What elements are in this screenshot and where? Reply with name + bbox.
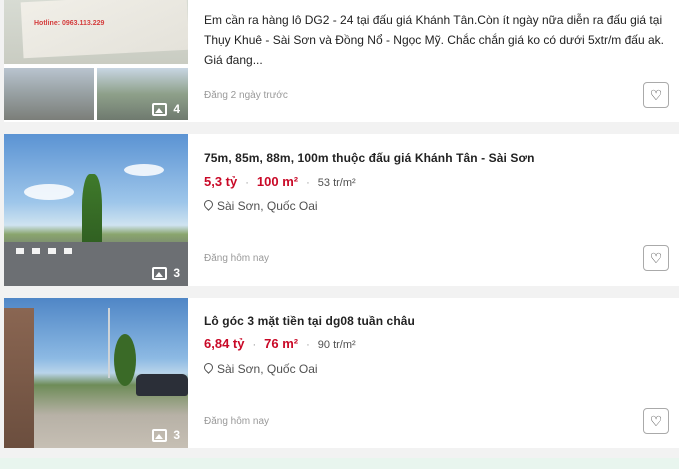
heart-outline-icon: ♡ (649, 87, 663, 103)
listing-location: Sài Sơn, Quốc Oai (204, 199, 318, 213)
save-listing-button[interactable]: ♡ (643, 82, 669, 108)
listing-photo-document: Hotline: 0963.113.229 (4, 0, 188, 64)
document-hotline-text: Hotline: 0963.113.229 (34, 20, 105, 27)
listing-price-row: 5,3 tỷ · 100 m² · 53 tr/m² (204, 174, 356, 189)
listing-price: 5,3 tỷ (204, 174, 238, 189)
listing-posted-time: Đăng hôm nay (204, 416, 270, 427)
image-gallery-icon (152, 428, 168, 442)
listing-title[interactable]: Lô góc 3 mặt tiền tại dg08 tuần châu (204, 314, 415, 328)
photo-count-badge: 3 (152, 428, 180, 442)
listing-posted-time: Đăng 2 ngày trước (204, 90, 288, 101)
image-gallery-icon (152, 102, 168, 116)
image-gallery-icon (152, 266, 168, 280)
listing-area: 100 m² (256, 174, 299, 189)
listing-thumbnail[interactable]: 3 (4, 298, 188, 448)
photo-count-badge: 4 (152, 102, 180, 116)
listing-area: 76 m² (264, 336, 299, 351)
map-pin-icon (204, 200, 213, 212)
heart-outline-icon: ♡ (649, 413, 663, 429)
save-listing-button[interactable]: ♡ (643, 408, 669, 434)
listing-location: Sài Sơn, Quốc Oai (204, 362, 318, 376)
photo-count-badge: 3 (152, 266, 180, 280)
listing-thumbnail-group[interactable]: Hotline: 0963.113.229 4 (4, 0, 188, 122)
listing-photo-street (4, 68, 94, 120)
next-card-edge (0, 458, 679, 469)
listing-posted-time: Đăng hôm nay (204, 253, 270, 264)
map-pin-icon (204, 363, 213, 375)
listing-price-row: 6,84 tỷ · 76 m² · 90 tr/m² (204, 336, 356, 351)
heart-outline-icon: ♡ (649, 250, 663, 266)
listing-price-per-m2: 90 tr/m² (317, 339, 356, 351)
listing-price: 6,84 tỷ (204, 336, 245, 351)
listing-price-per-m2: 53 tr/m² (317, 177, 356, 189)
listing-thumbnail[interactable]: 3 (4, 134, 188, 286)
save-listing-button[interactable]: ♡ (643, 245, 669, 271)
listing-title[interactable]: 75m, 85m, 88m, 100m thuộc đấu giá Khánh … (204, 151, 535, 165)
listing-feed: Hotline: 0963.113.229 4 Em cần ra hàng l… (0, 0, 679, 469)
listing-description[interactable]: Em cần ra hàng lô DG2 - 24 tại đấu giá K… (204, 10, 664, 70)
